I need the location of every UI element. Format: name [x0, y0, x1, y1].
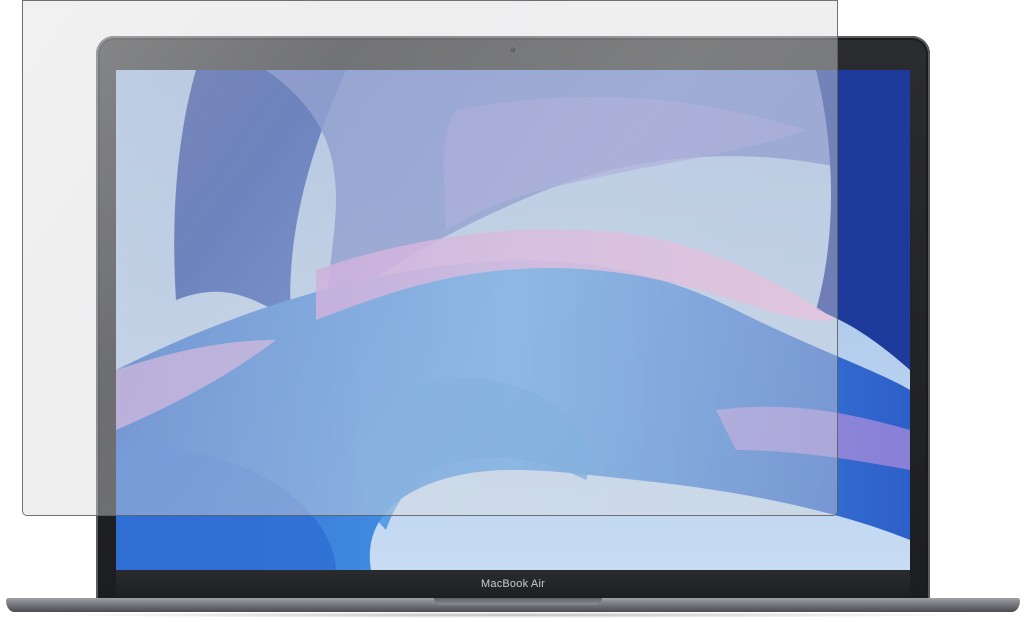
screen-chin: MacBook Air — [116, 570, 910, 596]
lid-notch — [434, 598, 602, 605]
brand-label: MacBook Air — [481, 578, 545, 590]
film-glare — [23, 1, 837, 515]
base-shadow — [40, 612, 984, 618]
screen-protector-film — [22, 0, 838, 516]
laptop-base — [6, 598, 1020, 612]
product-image: MacBook Air — [0, 0, 1024, 622]
